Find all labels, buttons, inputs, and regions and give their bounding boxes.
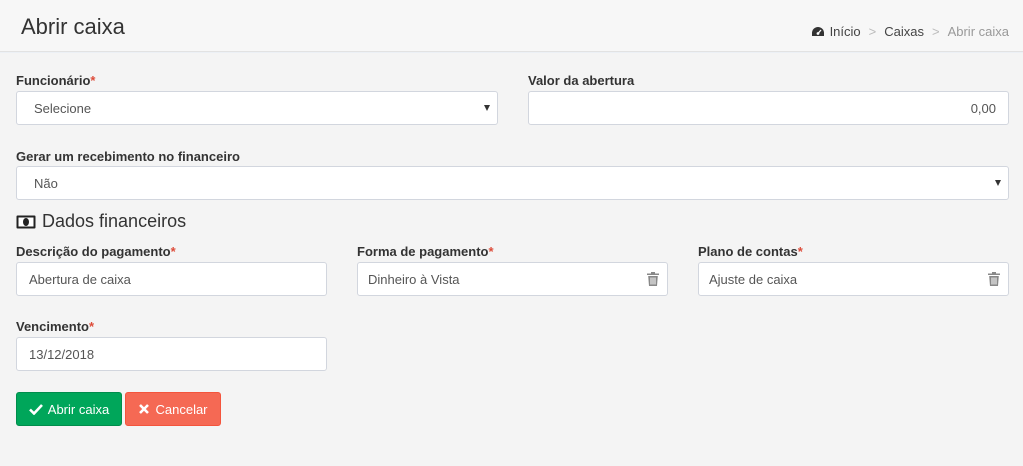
gerar-recebimento-label: Gerar um recebimento no financeiro <box>16 149 240 164</box>
chevron-down-icon <box>995 180 1001 186</box>
vencimento-input[interactable]: 13/12/2018 <box>16 337 327 371</box>
abrir-caixa-button[interactable]: Abrir caixa <box>16 392 122 426</box>
form-content: Funcionário* Selecione Valor da abertura… <box>0 53 1023 466</box>
breadcrumb-separator: > <box>931 24 940 39</box>
required-marker: * <box>170 244 176 259</box>
chevron-down-icon <box>484 105 490 111</box>
breadcrumb-caixas-link[interactable]: Caixas <box>884 24 924 39</box>
breadcrumb-separator: > <box>868 24 877 39</box>
cancelar-button[interactable]: Cancelar <box>125 392 221 426</box>
breadcrumb-current: Abrir caixa <box>947 24 1009 39</box>
valor-abertura-input[interactable]: 0,00 <box>528 91 1009 125</box>
trash-icon[interactable] <box>647 272 659 286</box>
required-marker: * <box>797 244 803 259</box>
breadcrumb-home-link[interactable]: Início <box>830 24 861 39</box>
descricao-label: Descrição do pagamento* <box>16 244 176 259</box>
check-icon <box>28 404 43 415</box>
section-dados-financeiros: Dados financeiros <box>16 211 186 232</box>
descricao-input[interactable]: Abertura de caixa <box>16 262 327 296</box>
required-marker: * <box>488 244 494 259</box>
required-marker: * <box>88 319 95 334</box>
breadcrumb: Início > Caixas > Abrir caixa <box>811 24 1009 39</box>
plano-contas-input[interactable]: Ajuste de caixa <box>698 262 1009 296</box>
dashboard-icon <box>811 26 824 36</box>
trash-icon[interactable] <box>988 272 1000 286</box>
valor-abertura-label: Valor da abertura <box>528 73 635 88</box>
forma-pagamento-input[interactable]: Dinheiro à Vista <box>357 262 668 296</box>
plano-contas-label: Plano de contas* <box>698 244 803 259</box>
forma-pagamento-label: Forma de pagamento* <box>357 244 494 259</box>
required-marker: * <box>90 73 96 88</box>
gerar-recebimento-select[interactable]: Não <box>16 166 1009 200</box>
vencimento-label: Vencimento* <box>16 319 95 334</box>
money-icon <box>16 215 36 228</box>
times-icon <box>139 404 150 414</box>
content-header: Abrir caixa Início > Caixas > Abrir caix… <box>0 0 1023 52</box>
page-title: Abrir caixa <box>21 14 125 39</box>
funcionario-label: Funcionário* <box>16 73 96 88</box>
funcionario-select[interactable]: Selecione <box>16 91 498 125</box>
